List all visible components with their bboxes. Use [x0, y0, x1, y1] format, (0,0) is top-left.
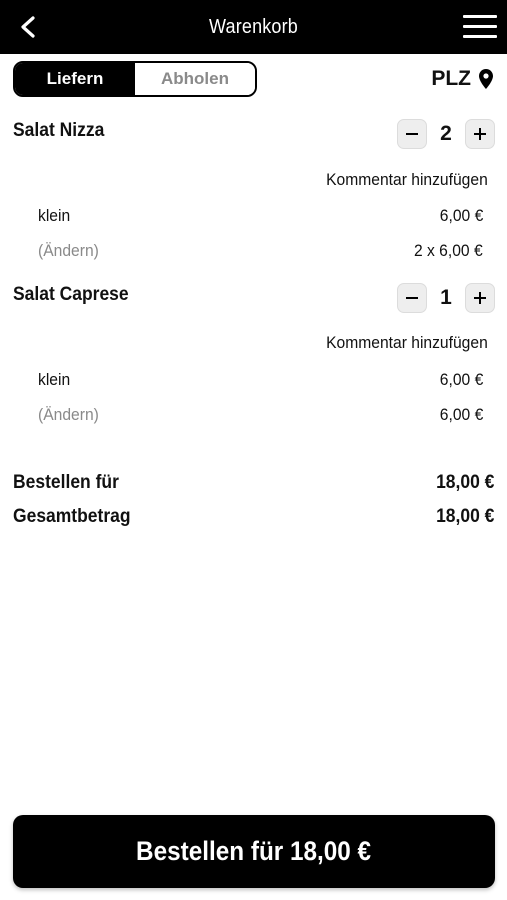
total-value: 18,00 €: [435, 506, 494, 527]
item-line-total: 6,00 €: [439, 405, 483, 424]
total-label: Gesamtbetrag: [13, 506, 131, 527]
top-bar: Warenkorb: [0, 0, 507, 54]
page-title: Warenkorb: [209, 16, 298, 38]
item-size: klein: [38, 370, 71, 389]
quantity-stepper: 2: [397, 119, 495, 149]
place-order-label: Bestellen für 18,00 €: [136, 836, 372, 866]
tab-abholen[interactable]: Abholen: [135, 63, 255, 95]
quantity-stepper: 1: [397, 283, 495, 313]
add-comment-link[interactable]: Kommentar hinzufügen: [326, 333, 488, 353]
cart-item-name: Salat Nizza: [13, 120, 105, 141]
plus-icon: [474, 292, 486, 304]
quantity-value: 2: [440, 122, 452, 145]
delivery-mode-toggle: Liefern Abholen: [13, 61, 257, 97]
item-size-price: 6,00 €: [439, 370, 483, 389]
tab-liefern[interactable]: Liefern: [15, 63, 135, 95]
item-line-total: 2 x 6,00 €: [414, 241, 483, 260]
increase-quantity-button[interactable]: [465, 119, 495, 149]
item-size-price: 6,00 €: [439, 206, 483, 225]
quantity-value: 1: [440, 286, 452, 309]
order-for-value: 18,00 €: [435, 472, 494, 493]
hamburger-menu-icon: [463, 15, 497, 18]
decrease-quantity-button[interactable]: [397, 283, 427, 313]
plus-icon: [474, 128, 486, 140]
decrease-quantity-button[interactable]: [397, 119, 427, 149]
menu-button[interactable]: [463, 13, 497, 41]
place-order-button[interactable]: Bestellen für 18,00 €: [13, 815, 495, 888]
minus-icon: [406, 133, 418, 135]
map-pin-icon: [479, 69, 493, 89]
order-for-label: Bestellen für: [13, 472, 119, 493]
add-comment-link[interactable]: Kommentar hinzufügen: [326, 170, 488, 190]
change-item-link[interactable]: (Ändern): [38, 405, 99, 425]
cart-item-name: Salat Caprese: [13, 284, 129, 305]
minus-icon: [406, 297, 418, 299]
plz-label: PLZ: [431, 67, 471, 90]
postal-code-button[interactable]: PLZ: [431, 64, 493, 94]
change-item-link[interactable]: (Ändern): [38, 241, 99, 261]
item-size: klein: [38, 206, 71, 225]
increase-quantity-button[interactable]: [465, 283, 495, 313]
